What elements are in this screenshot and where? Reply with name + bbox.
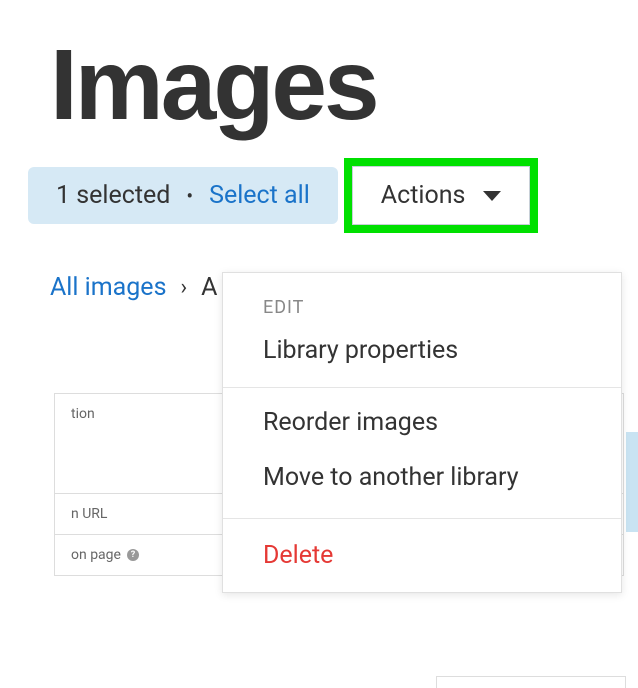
selected-count: 1 selected: [56, 181, 170, 210]
menu-section-danger: Delete: [223, 519, 621, 592]
actions-dropdown: EDIT Library properties Reorder images M…: [222, 272, 622, 593]
breadcrumb-separator-icon: ›: [180, 275, 187, 300]
menu-item-reorder-images[interactable]: Reorder images: [223, 388, 621, 463]
selection-pill: 1 selected • Select all: [28, 167, 338, 224]
caret-down-icon: [483, 191, 501, 201]
panel-label-fragment: n URL: [71, 506, 107, 522]
panel-label-fragment: on page: [71, 547, 121, 563]
actions-button[interactable]: Actions: [352, 166, 531, 225]
breadcrumb-root[interactable]: All images: [50, 273, 166, 302]
select-all-link[interactable]: Select all: [209, 181, 310, 210]
menu-item-delete[interactable]: Delete: [223, 519, 621, 592]
bottom-box-fragment: [436, 676, 626, 688]
menu-section-header: EDIT: [223, 273, 621, 318]
menu-item-library-properties[interactable]: Library properties: [223, 318, 621, 387]
panel-label-fragment: tion: [71, 406, 95, 422]
page-title: Images: [0, 0, 638, 140]
menu-item-move-library[interactable]: Move to another library: [223, 463, 621, 518]
actions-label: Actions: [381, 181, 466, 210]
menu-section-edit: EDIT Library properties: [223, 273, 621, 388]
actions-highlight: Actions: [344, 158, 539, 233]
right-accent-strip: [626, 432, 638, 532]
bullet-separator: •: [186, 184, 193, 208]
breadcrumb-current: A: [201, 273, 217, 302]
help-icon[interactable]: ?: [127, 549, 139, 561]
menu-section-organize: Reorder images Move to another library: [223, 388, 621, 519]
toolbar: 1 selected • Select all Actions: [0, 140, 638, 233]
